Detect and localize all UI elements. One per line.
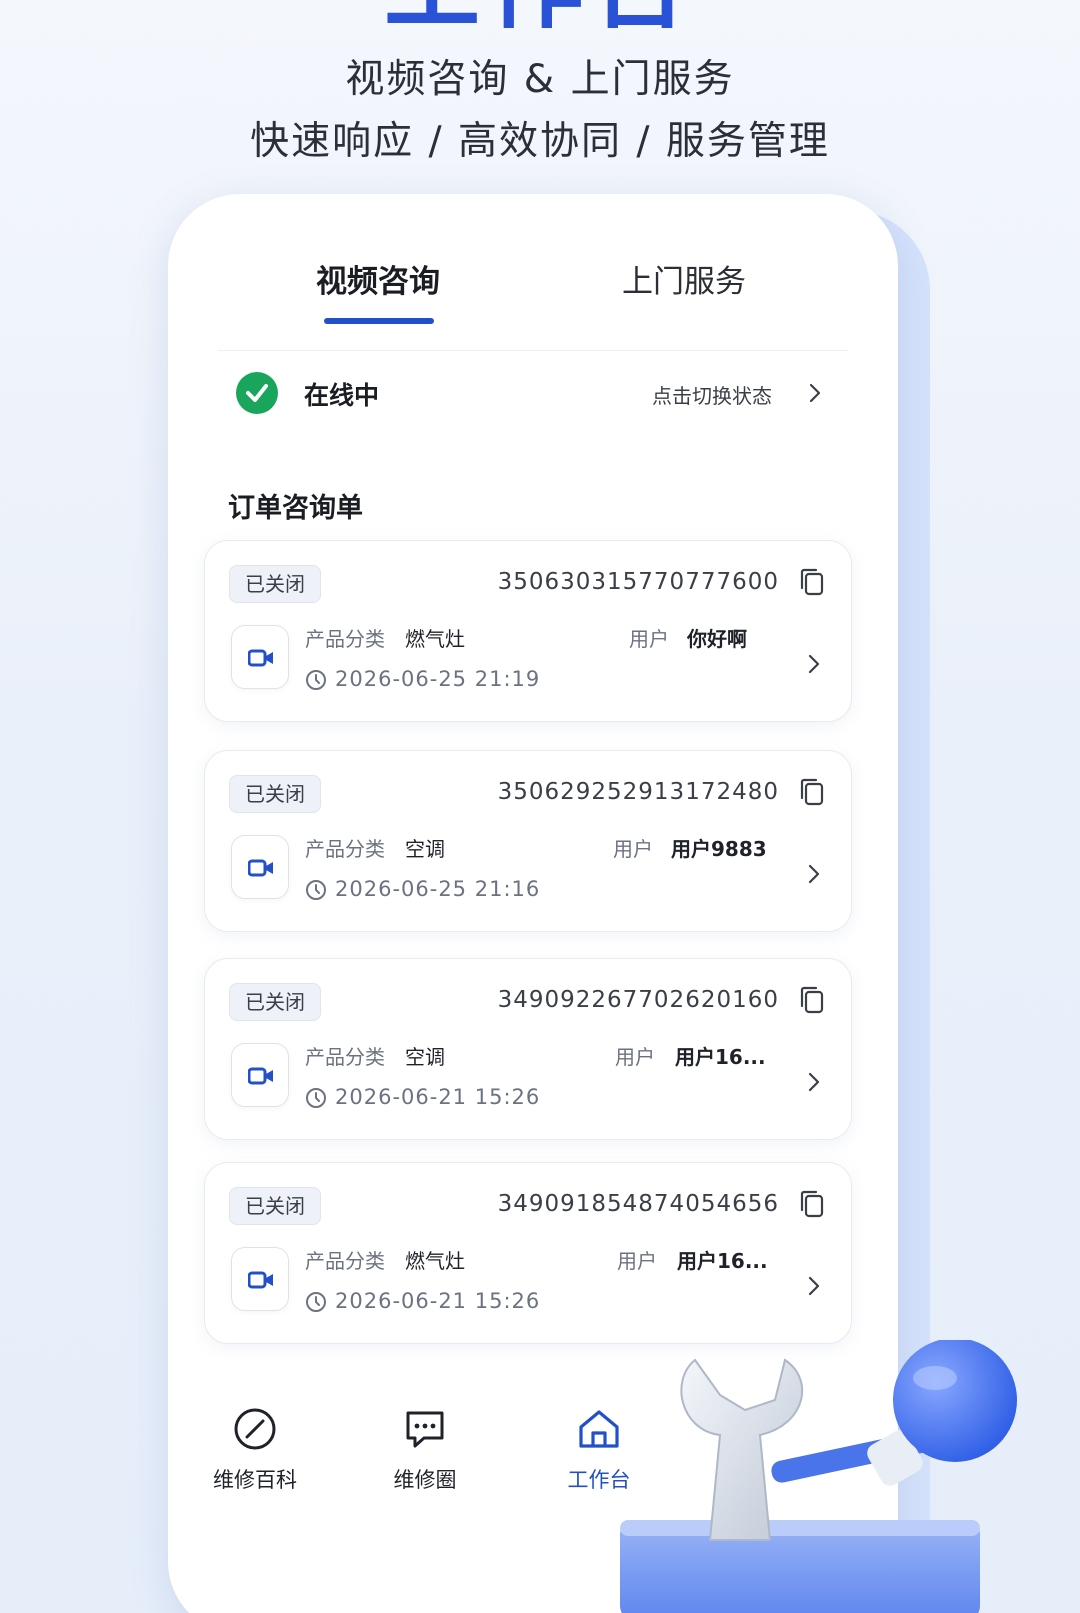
online-status-row[interactable]: 在线中 点击切换状态 [168,364,898,424]
video-call-icon [231,1043,289,1107]
video-call-icon [231,625,289,689]
status-label: 在线中 [304,381,380,410]
copy-icon[interactable] [799,567,825,597]
tab-video-consult[interactable]: 视频咨询 [258,256,498,301]
order-time: 2026-06-25 21:19 [335,667,541,691]
user-value: 用户16... [677,1249,768,1273]
status-badge: 已关闭 [229,983,321,1021]
order-time: 2026-06-21 15:26 [335,1289,541,1313]
category-label: 产品分类 [305,627,385,651]
tab-bar: 视频咨询 上门服务 [168,194,898,350]
copy-icon[interactable] [799,777,825,807]
order-number: 349091854874054656 [497,1191,779,1217]
category-value: 燃气灶 [405,627,465,651]
clock-icon [306,670,326,690]
nav-repair-wiki[interactable]: 维修百科 [190,1406,320,1494]
nav-label: 维修百科 [213,1468,297,1492]
order-time: 2026-06-25 21:16 [335,877,541,901]
category-label: 产品分类 [305,837,385,861]
chevron-right-icon [808,1276,820,1296]
check-circle-icon [236,372,278,414]
video-call-icon [231,835,289,899]
switch-status-link[interactable]: 点击切换状态 [652,380,772,409]
chevron-right-icon [809,383,821,403]
user-value: 用户9883 [671,837,767,861]
status-badge: 已关闭 [229,1187,321,1225]
user-label: 用户 [629,627,669,651]
category-value: 燃气灶 [405,1249,465,1273]
clock-icon [306,1292,326,1312]
order-number: 350630315770777600 [497,569,779,595]
hero-tagline: 快速响应 / 高效协同 / 服务管理 [250,119,830,164]
compass-icon [234,1408,276,1450]
user-value: 用户16... [675,1045,766,1069]
order-time: 2026-06-21 15:26 [335,1085,541,1109]
user-label: 用户 [617,1249,657,1273]
toolbox-illustration [620,1340,1017,1613]
order-card[interactable]: 已关闭 349092267702620160 产品分类 空调 用户 用户16..… [204,958,852,1140]
hero-subtitle: 视频咨询 & 上门服务 [345,57,735,102]
hero-title: 工作台 [0,0,1080,28]
video-call-icon [231,1247,289,1311]
category-value: 空调 [405,837,445,861]
nav-label: 维修圈 [393,1468,457,1492]
copy-icon[interactable] [799,985,825,1015]
chevron-right-icon [808,864,820,884]
category-label: 产品分类 [305,1249,385,1273]
status-badge: 已关闭 [229,565,321,603]
section-title: 订单咨询单 [228,493,363,524]
user-label: 用户 [613,837,653,861]
order-number: 349092267702620160 [497,987,779,1013]
tab-indicator [324,318,434,324]
category-label: 产品分类 [305,1045,385,1069]
user-value: 你好啊 [687,627,747,651]
chevron-right-icon [808,1072,820,1092]
chevron-right-icon [808,654,820,674]
status-badge: 已关闭 [229,775,321,813]
nav-repair-circle[interactable]: 维修圈 [360,1406,490,1494]
user-label: 用户 [615,1045,655,1069]
tab-onsite-service[interactable]: 上门服务 [564,256,804,301]
clock-icon [306,1088,326,1108]
order-card[interactable]: 已关闭 350629252913172480 产品分类 空调 用户 用户9883… [204,750,852,932]
chat-bubble-icon [406,1411,444,1448]
order-card[interactable]: 已关闭 349091854874054656 产品分类 燃气灶 用户 用户16.… [204,1162,852,1344]
category-value: 空调 [405,1045,445,1069]
divider [218,350,848,351]
clock-icon [306,880,326,900]
order-card[interactable]: 已关闭 350630315770777600 产品分类 燃气灶 用户 你好啊 2… [204,540,852,722]
order-number: 350629252913172480 [497,779,779,805]
copy-icon[interactable] [799,1189,825,1219]
